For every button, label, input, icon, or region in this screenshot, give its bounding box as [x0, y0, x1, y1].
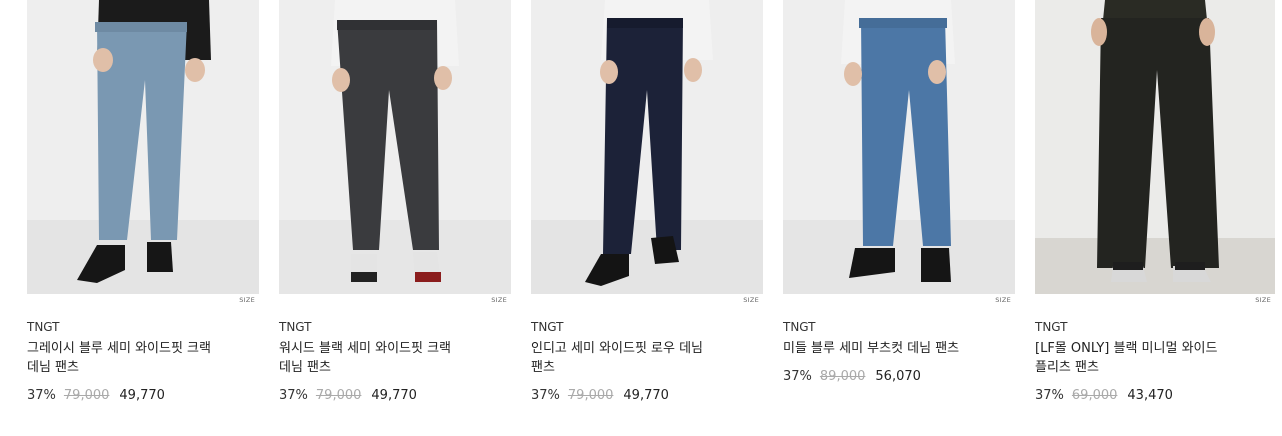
brand-name[interactable]: TNGT — [27, 320, 60, 334]
discount-rate: 37% — [279, 388, 308, 403]
original-price: 79,000 — [567, 388, 614, 403]
discount-rate: 37% — [27, 388, 56, 403]
size-link[interactable]: SIZE — [995, 296, 1011, 304]
discount-rate: 37% — [783, 369, 812, 384]
original-price: 79,000 — [63, 388, 110, 403]
product-name-line: 팬츠 — [531, 360, 555, 375]
product-card[interactable]: SIZE TNGT 워시드 블랙 세미 와이드핏 크랙 데님 팬츠 37% 79,… — [279, 0, 511, 436]
discount-rate: 37% — [1035, 388, 1064, 403]
product-card[interactable]: SIZE TNGT 그레이시 블루 세미 와이드핏 크랙 데님 팬츠 37% 79… — [27, 0, 259, 436]
discount-rate: 37% — [531, 388, 560, 403]
product-name[interactable]: 미들 블루 세미 부츠컷 데님 팬츠 — [783, 339, 998, 358]
brand-name[interactable]: TNGT — [279, 320, 312, 334]
product-image[interactable] — [531, 0, 763, 294]
product-photo — [1035, 0, 1275, 294]
product-name-line: 데님 팬츠 — [279, 360, 331, 375]
product-name-line: 인디고 세미 와이드핏 로우 데님 — [531, 341, 704, 356]
brand-name[interactable]: TNGT — [531, 320, 564, 334]
size-link[interactable]: SIZE — [1255, 296, 1271, 304]
product-card[interactable]: SIZE TNGT 인디고 세미 와이드핏 로우 데님 팬츠 37% 79,000… — [531, 0, 763, 436]
product-photo — [27, 0, 259, 294]
product-name[interactable]: 인디고 세미 와이드핏 로우 데님 팬츠 — [531, 339, 746, 377]
sale-price: 49,770 — [371, 388, 417, 403]
size-link[interactable]: SIZE — [743, 296, 759, 304]
price-row: 37% 79,000 49,770 — [531, 388, 669, 403]
product-photo — [531, 0, 763, 294]
original-price: 69,000 — [1071, 388, 1118, 403]
sale-price: 56,070 — [875, 369, 921, 384]
product-name-line: [LF몰 ONLY] 블랙 미니멀 와이드 — [1035, 341, 1218, 356]
size-link[interactable]: SIZE — [239, 296, 255, 304]
product-name-line: 그레이시 블루 세미 와이드핏 크랙 — [27, 341, 211, 356]
product-card[interactable]: SIZE TNGT 미들 블루 세미 부츠컷 데님 팬츠 37% 89,000 56… — [783, 0, 1015, 436]
price-row: 37% 69,000 43,470 — [1035, 388, 1173, 403]
sale-price: 43,470 — [1127, 388, 1173, 403]
product-photo — [279, 0, 511, 294]
product-photo — [783, 0, 1015, 294]
product-image[interactable] — [783, 0, 1015, 294]
brand-name[interactable]: TNGT — [783, 320, 816, 334]
brand-name[interactable]: TNGT — [1035, 320, 1068, 334]
product-name-line: 미들 블루 세미 부츠컷 데님 팬츠 — [783, 341, 960, 356]
price-row: 37% 89,000 56,070 — [783, 369, 921, 384]
product-card[interactable]: SIZE TNGT [LF몰 ONLY] 블랙 미니멀 와이드 플리츠 팬츠 3… — [1035, 0, 1275, 436]
product-name[interactable]: 워시드 블랙 세미 와이드핏 크랙 데님 팬츠 — [279, 339, 494, 377]
product-name[interactable]: [LF몰 ONLY] 블랙 미니멀 와이드 플리츠 팬츠 — [1035, 339, 1250, 377]
original-price: 79,000 — [315, 388, 362, 403]
product-name[interactable]: 그레이시 블루 세미 와이드핏 크랙 데님 팬츠 — [27, 339, 242, 377]
product-name-line: 워시드 블랙 세미 와이드핏 크랙 — [279, 341, 452, 356]
size-link[interactable]: SIZE — [491, 296, 507, 304]
product-grid: SIZE TNGT 그레이시 블루 세미 와이드핏 크랙 데님 팬츠 37% 79… — [27, 0, 1282, 436]
product-image[interactable] — [1035, 0, 1275, 294]
original-price: 89,000 — [819, 369, 866, 384]
sale-price: 49,770 — [623, 388, 669, 403]
product-image[interactable] — [27, 0, 259, 294]
sale-price: 49,770 — [119, 388, 165, 403]
product-image[interactable] — [279, 0, 511, 294]
product-name-line: 플리츠 팬츠 — [1035, 360, 1099, 375]
price-row: 37% 79,000 49,770 — [279, 388, 417, 403]
product-name-line: 데님 팬츠 — [27, 360, 79, 375]
price-row: 37% 79,000 49,770 — [27, 388, 165, 403]
